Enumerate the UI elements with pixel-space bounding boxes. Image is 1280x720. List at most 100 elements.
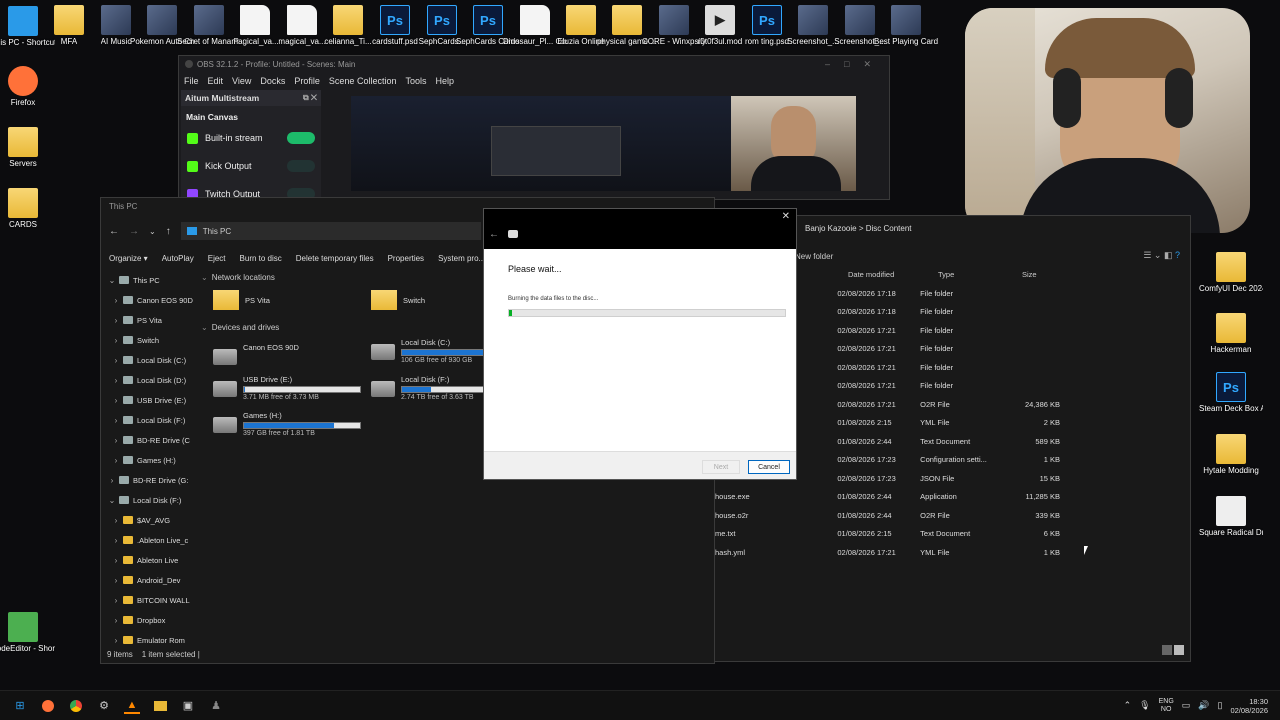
vlc-icon[interactable]: ▲ bbox=[124, 698, 140, 714]
devices-header[interactable]: ⌄ Devices and drives bbox=[201, 323, 279, 332]
file-row[interactable]: hash.yml 02/08/2026 17:21 YML File 1 KB bbox=[715, 543, 1060, 562]
tree-item-usb-drive-e[interactable]: › USB Drive (E:) bbox=[105, 390, 197, 410]
breadcrumb[interactable]: Banjo Kazooie > Disc Content bbox=[805, 224, 912, 233]
toolbar-properties[interactable]: Properties bbox=[388, 254, 424, 263]
chevron-down-icon[interactable]: ⌄ bbox=[105, 496, 119, 505]
chevron-down-icon[interactable]: ⌄ bbox=[149, 227, 156, 236]
network-header[interactable]: ⌄ Network locations bbox=[201, 273, 275, 282]
chevron-right-icon[interactable]: › bbox=[109, 336, 123, 345]
chevron-right-icon[interactable]: › bbox=[109, 376, 123, 385]
toolbar-autoplay[interactable]: AutoPlay bbox=[162, 254, 194, 263]
tree-item-this-pc[interactable]: ⌄ This PC bbox=[105, 270, 197, 290]
firefox-icon[interactable] bbox=[40, 698, 56, 714]
desktop-icon-hackerman[interactable]: Hackerman bbox=[1199, 313, 1263, 354]
tree-item-bd-re-drive-g[interactable]: › BD-RE Drive (G: bbox=[105, 470, 197, 490]
tree-item-switch[interactable]: › Switch bbox=[105, 330, 197, 350]
language-indicator[interactable]: ENG NO bbox=[1159, 698, 1174, 714]
microphone-icon[interactable]: 🎙 bbox=[1139, 700, 1150, 711]
obs-menu-scene-collection[interactable]: Scene Collection bbox=[329, 76, 397, 86]
chevron-right-icon[interactable]: › bbox=[109, 396, 123, 405]
chrome-icon[interactable] bbox=[68, 698, 84, 714]
back-arrow-icon[interactable]: ← bbox=[489, 229, 499, 240]
cancel-button[interactable]: Cancel bbox=[748, 460, 790, 474]
toolbar-system-pro[interactable]: System pro... bbox=[438, 254, 485, 263]
tree-item-bitcoin-wall[interactable]: › BITCOIN WALL bbox=[105, 590, 197, 610]
chevron-right-icon[interactable]: › bbox=[109, 436, 123, 445]
file-row[interactable]: house.o2r 01/08/2026 2:44 O2R File 339 KB bbox=[715, 506, 1060, 525]
view-icons[interactable]: ☰ ⌄ ◧ ? bbox=[1143, 250, 1180, 261]
output-built-in-stream[interactable]: Built-in stream bbox=[181, 124, 321, 152]
output-toggle[interactable] bbox=[287, 132, 315, 144]
dock-close-icon[interactable]: ⧉ ✕ bbox=[303, 93, 317, 103]
desktop-icon-nodeeditor-shortcut[interactable]: NodeEditor - Shortcut bbox=[0, 612, 55, 653]
file-explorer-icon[interactable] bbox=[152, 698, 168, 714]
burn-dialog[interactable]: ← ✕ Please wait... Burning the data file… bbox=[483, 208, 797, 480]
obs-menu-tools[interactable]: Tools bbox=[405, 76, 426, 86]
output-toggle[interactable] bbox=[287, 160, 315, 172]
settings-icon[interactable]: ⚙ bbox=[96, 698, 112, 714]
tree-item-local-disk-f[interactable]: › Local Disk (F:) bbox=[105, 410, 197, 430]
tree-item-av-avg[interactable]: › $AV_AVG bbox=[105, 510, 197, 530]
chevron-right-icon[interactable]: › bbox=[109, 636, 123, 645]
chevron-right-icon[interactable]: › bbox=[109, 616, 123, 625]
clock[interactable]: 18:30 02/08/2026 bbox=[1230, 697, 1268, 715]
output-kick-output[interactable]: Kick Output bbox=[181, 152, 321, 180]
desktop-icon-hytale-modding[interactable]: Hytale Modding bbox=[1199, 434, 1263, 475]
desktop-icon-firefox[interactable]: Firefox bbox=[0, 66, 55, 107]
desktop-icon-steam-deck-box-art-bl[interactable]: Ps Steam Deck Box Art Bl... bbox=[1199, 372, 1263, 413]
tree-item-ableton-live-c[interactable]: › .Ableton Live_c bbox=[105, 530, 197, 550]
toolbar-organize[interactable]: Organize ▾ bbox=[109, 254, 148, 263]
volume-icon[interactable]: 🔊 bbox=[1198, 700, 1209, 711]
tree-item-bd-re-drive-c[interactable]: › BD-RE Drive (C bbox=[105, 430, 197, 450]
tree-item-local-disk-f[interactable]: ⌄ Local Disk (F:) bbox=[105, 490, 197, 510]
desktop-icon-cards[interactable]: CARDS bbox=[0, 188, 55, 229]
tree-item-local-disk-d[interactable]: › Local Disk (D:) bbox=[105, 370, 197, 390]
next-button[interactable]: Next bbox=[702, 460, 740, 474]
col-type[interactable]: Type bbox=[938, 270, 1022, 279]
tree-item-local-disk-c[interactable]: › Local Disk (C:) bbox=[105, 350, 197, 370]
tree-item-dropbox[interactable]: › Dropbox bbox=[105, 610, 197, 630]
view-toggle[interactable] bbox=[1162, 645, 1184, 655]
obs-menu-docks[interactable]: Docks bbox=[260, 76, 285, 86]
tree-item-ps-vita[interactable]: › PS Vita bbox=[105, 310, 197, 330]
toolbar-delete-temporary-files[interactable]: Delete temporary files bbox=[296, 254, 374, 263]
obs-menu-file[interactable]: File bbox=[184, 76, 199, 86]
chevron-right-icon[interactable]: › bbox=[109, 556, 123, 565]
desktop-icon-comfyui-dec-2024[interactable]: ComfyUI Dec 2024 bbox=[1199, 252, 1263, 293]
file-row[interactable]: house.exe 01/08/2026 2:44 Application 11,28… bbox=[715, 488, 1060, 507]
file-row[interactable]: me.txt 01/08/2026 2:15 Text Document 6 KB bbox=[715, 525, 1060, 544]
new-folder-button[interactable]: New folder bbox=[795, 252, 833, 261]
obs-menu-profile[interactable]: Profile bbox=[294, 76, 320, 86]
obs-menu-help[interactable]: Help bbox=[435, 76, 454, 86]
desktop-icon-square-radical-dr[interactable]: Square Radical Dr... bbox=[1199, 496, 1263, 537]
chevron-right-icon[interactable]: › bbox=[109, 416, 123, 425]
tree-item-ableton-live[interactable]: › Ableton Live bbox=[105, 550, 197, 570]
chevron-right-icon[interactable]: › bbox=[109, 536, 123, 545]
drive-usb-drive-e[interactable]: USB Drive (E:) 3.71 MB free of 3.73 MB bbox=[213, 375, 361, 401]
windows-start-icon[interactable]: ⊞ bbox=[12, 698, 28, 714]
window-controls[interactable]: –□✕ bbox=[825, 59, 889, 70]
toolbar-burn-to-disc[interactable]: Burn to disc bbox=[240, 254, 282, 263]
chevron-up-icon[interactable]: ⌃ bbox=[1124, 700, 1132, 711]
chevron-right-icon[interactable]: › bbox=[109, 316, 123, 325]
desktop-icon-best-playing-card-print[interactable]: Best Playing Card Print... bbox=[874, 5, 938, 46]
address-bar[interactable]: This PC bbox=[180, 222, 481, 240]
chevron-right-icon[interactable]: › bbox=[109, 576, 123, 585]
col-size[interactable]: Size bbox=[1022, 270, 1082, 279]
chevron-right-icon[interactable]: › bbox=[109, 516, 123, 525]
obs-window[interactable]: OBS 32.1.2 - Profile: Untitled - Scenes:… bbox=[178, 55, 890, 200]
tree-item-emulator-rom[interactable]: › Emulator Rom bbox=[105, 630, 197, 650]
app-icon[interactable]: ♟ bbox=[208, 698, 224, 714]
tree-item-games-h[interactable]: › Games (H:) bbox=[105, 450, 197, 470]
chevron-right-icon[interactable]: › bbox=[105, 476, 119, 485]
back-arrow-icon[interactable]: ← bbox=[109, 226, 119, 237]
drive-games-h[interactable]: Games (H:) 397 GB free of 1.81 TB bbox=[213, 411, 361, 437]
chevron-down-icon[interactable]: ⌄ bbox=[105, 276, 119, 285]
chevron-right-icon[interactable]: › bbox=[109, 456, 123, 465]
obs-menu-view[interactable]: View bbox=[232, 76, 251, 86]
obs-menu-edit[interactable]: Edit bbox=[208, 76, 224, 86]
desktop-icon-servers[interactable]: Servers bbox=[0, 127, 55, 168]
tree-item-canon-eos-90d[interactable]: › Canon EOS 90D bbox=[105, 290, 197, 310]
drive-canon-eos-90d[interactable]: Canon EOS 90D bbox=[213, 343, 299, 365]
chevron-right-icon[interactable]: › bbox=[109, 596, 123, 605]
